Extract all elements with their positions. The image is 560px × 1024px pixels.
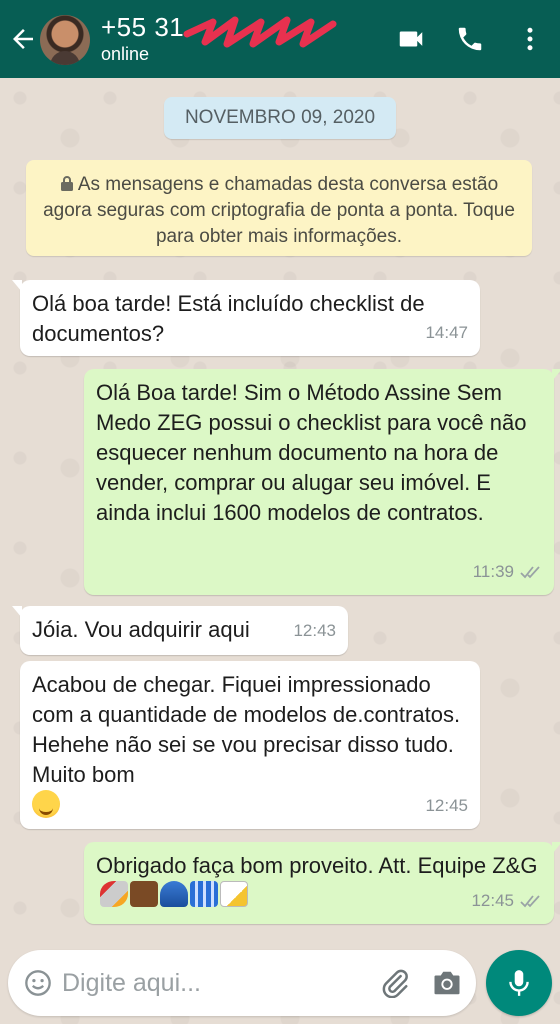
voice-message-button[interactable]: [486, 950, 552, 1016]
contact-name[interactable]: +55 31: [101, 12, 184, 43]
message-text: Jóia. Vou adquirir aqui: [32, 617, 250, 642]
encryption-notice[interactable]: As mensagens e chamadas desta conversa e…: [26, 160, 532, 256]
message-bubble-incoming[interactable]: Olá boa tarde! Está incluído checklist d…: [12, 280, 480, 356]
rocket-emoji-icon: [100, 881, 128, 907]
camera-icon[interactable]: [432, 969, 462, 997]
message-text: Olá Boa tarde! Sim o Método Assine Sem M…: [96, 380, 533, 525]
message-bubble-outgoing[interactable]: Olá Boa tarde! Sim o Método Assine Sem M…: [84, 369, 560, 595]
more-options-icon[interactable]: [515, 24, 545, 54]
necktie-emoji-icon: [160, 881, 188, 907]
contact-status: online: [101, 44, 150, 64]
briefcase-emoji-icon: [130, 881, 158, 907]
emoji-group: [100, 881, 248, 907]
lock-icon: [60, 176, 73, 191]
message-meta: 12:45: [471, 886, 542, 916]
contact-avatar[interactable]: [40, 15, 90, 65]
memo-emoji-icon: [220, 881, 248, 907]
back-arrow-icon[interactable]: [8, 24, 38, 54]
video-call-icon[interactable]: [396, 24, 426, 54]
redaction-scribble: [183, 16, 337, 48]
encryption-notice-text: As mensagens e chamadas desta conversa e…: [43, 174, 515, 247]
sweat-smile-emoji-icon: [32, 790, 60, 818]
microphone-icon: [509, 970, 529, 996]
message-composer: [8, 950, 476, 1016]
voice-call-icon[interactable]: [455, 24, 485, 54]
message-time: 12:45: [425, 796, 468, 815]
message-meta: 14:47: [425, 318, 468, 348]
message-meta: 11:39: [473, 557, 542, 587]
message-input[interactable]: [62, 966, 362, 1000]
message-time: 12:43: [293, 621, 336, 640]
message-text: Acabou de chegar. Fiquei impressionado c…: [32, 672, 467, 787]
message-text: Olá boa tarde! Está incluído checklist d…: [32, 291, 431, 346]
chat-header: +55 31 online: [0, 0, 560, 78]
message-bubble-outgoing[interactable]: Obrigado faça bom proveito. Att. Equipe …: [84, 842, 560, 924]
read-ticks-icon: [520, 895, 540, 908]
message-time: 12:45: [471, 891, 514, 910]
message-text: Obrigado faça bom proveito. Att. Equipe …: [96, 853, 538, 878]
message-time: 11:39: [472, 562, 514, 581]
date-chip: NOVEMBRO 09, 2020: [164, 97, 396, 139]
message-bubble-incoming[interactable]: Acabou de chegar. Fiquei impressionado c…: [20, 661, 480, 829]
bar-chart-emoji-icon: [190, 881, 218, 907]
paperclip-icon[interactable]: [380, 968, 410, 998]
message-bubble-incoming[interactable]: Jóia. Vou adquirir aqui 12:43: [12, 606, 348, 655]
read-ticks-icon: [520, 566, 540, 579]
message-time: 14:47: [425, 323, 468, 342]
message-meta: 12:45: [425, 791, 468, 821]
emoji-picker-icon[interactable]: [24, 969, 52, 997]
message-meta: 12:43: [293, 616, 336, 646]
